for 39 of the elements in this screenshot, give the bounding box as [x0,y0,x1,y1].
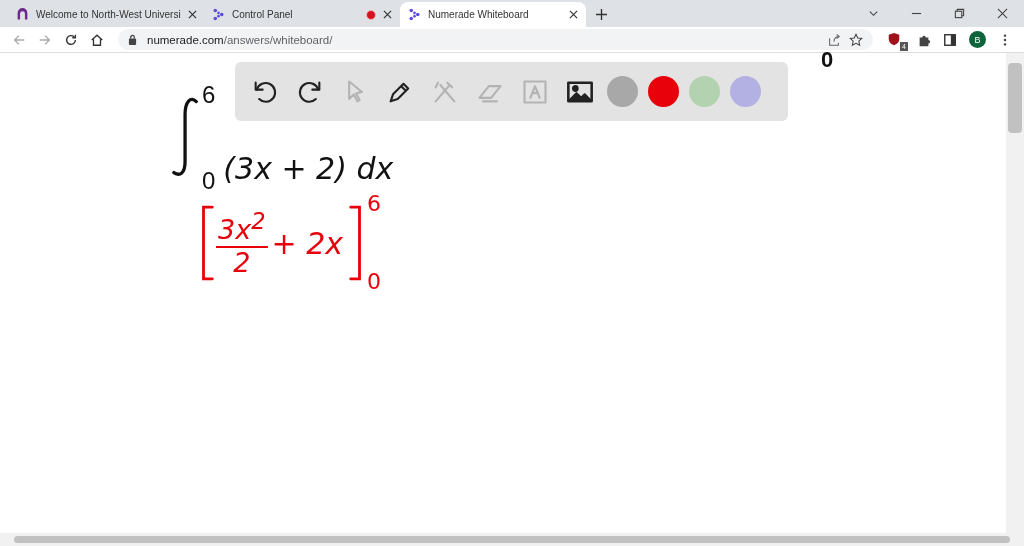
fraction-numerator: 3x$^{2}$ [216,207,268,249]
browser-tab[interactable]: Numerade Whiteboard [400,2,586,27]
scrollbar-thumb[interactable] [14,536,1010,543]
lower-limit: 0 [367,271,381,293]
restore-icon[interactable] [954,8,965,19]
upper-limit: 6 [367,193,381,215]
home-icon[interactable] [90,32,104,47]
close-icon[interactable] [187,10,197,19]
share-icon[interactable] [827,32,841,47]
dots-logo-icon [212,8,225,21]
integrand-text: (3x + 2) dx [223,150,394,186]
browser-tab[interactable]: Control Panel [204,2,400,27]
answer-term: + 2x [271,225,343,261]
dots-logo-icon [408,8,421,21]
color-swatch[interactable] [607,76,638,107]
tab-title: Numerade Whiteboard [428,9,530,20]
scrollbar-thumb[interactable] [1008,63,1022,133]
url-text: numerade.com/answers/whiteboard/ [147,33,333,46]
fraction-denominator: 2 [233,248,251,279]
lower-limit: 0 [202,169,216,193]
close-icon[interactable] [569,10,578,19]
color-swatch[interactable] [648,76,679,107]
side-panel-icon[interactable] [943,32,957,47]
address-bar[interactable]: numerade.com/answers/whiteboard/ [118,29,873,50]
lock-icon [128,34,137,45]
close-icon[interactable] [997,8,1008,19]
close-icon[interactable] [383,10,392,19]
chevron-down-icon[interactable] [868,8,879,19]
star-icon[interactable] [849,32,863,47]
upper-limit: 6 [202,83,216,107]
new-tab-icon[interactable] [596,9,607,20]
color-swatch[interactable] [730,76,761,107]
text-box-icon [520,77,549,106]
tab-title: Control Panel [232,9,294,20]
profile-avatar[interactable]: B [969,31,986,48]
tab-title: Welcome to North-West Universi [36,9,181,20]
browser-tab[interactable]: Welcome to North-West Universi [8,2,204,27]
color-swatch[interactable] [689,76,720,107]
reload-icon[interactable] [64,32,78,47]
